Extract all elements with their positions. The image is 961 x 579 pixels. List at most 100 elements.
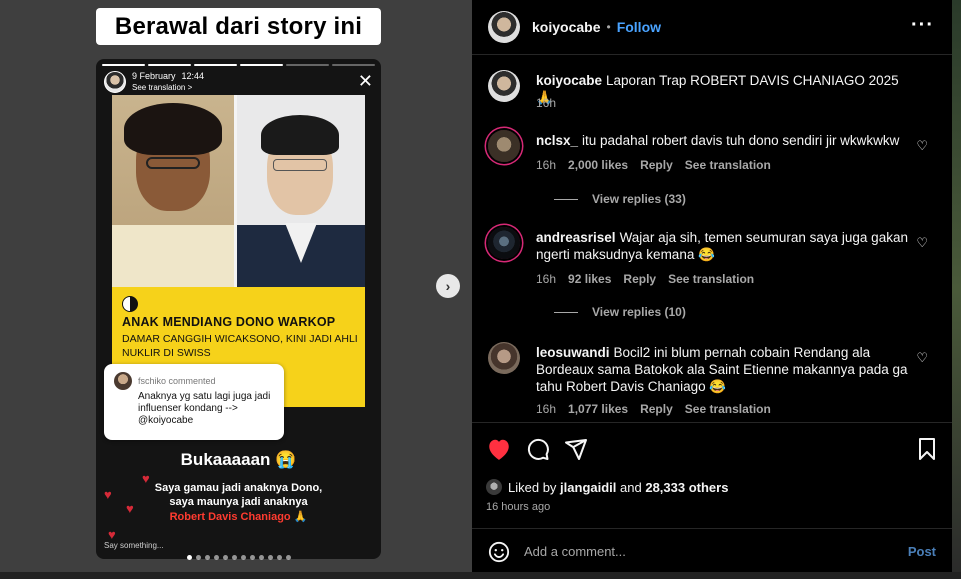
comment-meta: 16h 92 likes Reply See translation: [536, 272, 754, 286]
caption-time: 16h: [536, 96, 557, 110]
see-translation-button[interactable]: See translation: [668, 272, 754, 286]
liker-avatar: [486, 479, 502, 495]
reply-button[interactable]: Reply: [623, 272, 656, 286]
liked-by: Liked by jlangaidil and 28,333 others: [486, 479, 728, 495]
photo-right-person: [237, 95, 365, 287]
comment-likes[interactable]: 1,077 likes: [568, 402, 628, 416]
carousel-dot: [276, 555, 282, 560]
likes-others[interactable]: 28,333 others: [645, 480, 728, 495]
commenter-label: fschiko commented: [138, 376, 216, 386]
background-edge: [952, 0, 961, 579]
carousel-dot: [204, 555, 210, 560]
more-icon[interactable]: ···: [911, 14, 934, 37]
see-translation-button[interactable]: See translation: [685, 158, 771, 172]
commenter-avatar: [114, 372, 132, 390]
progress-segment: [286, 64, 329, 66]
comment-icon[interactable]: [526, 437, 550, 461]
comment-username[interactable]: leosuwandi: [536, 345, 610, 360]
photo-left-person: [112, 95, 234, 287]
caption-body: koiyocabe Laporan Trap ROBERT DAVIS CHANI…: [536, 72, 908, 106]
reply-button[interactable]: Reply: [640, 158, 673, 172]
carousel-dots: [96, 555, 381, 560]
next-slide-button[interactable]: ›: [436, 274, 460, 298]
comment-input[interactable]: Add a comment...: [524, 544, 626, 559]
commenter-avatar[interactable]: [488, 227, 520, 259]
floating-heart-icon: ♥: [142, 471, 150, 486]
close-icon: ✕: [357, 71, 373, 91]
comment-username[interactable]: nclsx_: [536, 133, 578, 148]
story-time: 12:44: [181, 71, 205, 81]
image-caption-box: Berawal dari story ini: [96, 8, 381, 45]
comment-time: 16h: [536, 158, 557, 172]
story-comment-text: Anaknya yg satu lagi juga jadi influense…: [138, 391, 271, 426]
separator-dot: •: [606, 20, 611, 34]
view-replies-button[interactable]: View replies (33): [554, 192, 686, 206]
comment-meta: 16h 2,000 likes Reply See translation: [536, 158, 771, 172]
comment-text: itu padahal robert davis tuh dono sendir…: [582, 133, 900, 148]
story-avatar: [104, 71, 126, 93]
author-avatar[interactable]: [488, 11, 520, 43]
floating-heart-icon: ♥: [126, 501, 134, 516]
floating-heart-icon: ♥: [108, 527, 116, 542]
heart-outline-icon[interactable]: ♡: [916, 350, 928, 366]
caption-author-avatar[interactable]: [488, 70, 520, 102]
news-subtitle: DAMAR CANGGIH WICAKSONO, KINI JADI AHLI …: [122, 333, 358, 359]
story-comment-card: fschiko commented Anaknya yg satu lagi j…: [104, 364, 284, 440]
commenter-avatar[interactable]: [488, 342, 520, 374]
comment-likes[interactable]: 92 likes: [568, 272, 611, 286]
news-title: ANAK MENDIANG DONO WARKOP: [122, 315, 336, 329]
carousel-dot: [222, 555, 228, 560]
post-time: 16 hours ago: [486, 501, 551, 513]
commenter-avatar[interactable]: [488, 130, 520, 162]
liked-by-prefix: Liked by: [508, 479, 557, 495]
progress-segment: [148, 64, 191, 66]
story-header: 9 February 12:44 See translation > ✕: [104, 70, 373, 94]
carousel-dot: [285, 555, 291, 560]
comment-body: nclsx_ itu padahal robert davis tuh dono …: [536, 132, 908, 149]
taskbar-strip: [0, 572, 961, 579]
story-meta: 9 February 12:44 See translation >: [132, 71, 210, 93]
progress-segment: [240, 64, 283, 66]
carousel-dot: [231, 555, 237, 560]
carousel-dot: [258, 555, 264, 560]
caption-meta: 16h: [536, 96, 556, 110]
story-headline: Bukaaaaan 😭: [180, 450, 297, 469]
progress-segment: [332, 64, 375, 66]
news-photo: [112, 95, 365, 287]
story-line-2: saya maunya jadi anaknya: [169, 496, 308, 508]
carousel-dot: [195, 555, 201, 560]
caption-username[interactable]: koiyocabe: [536, 73, 602, 88]
post-comment-button[interactable]: Post: [908, 544, 936, 559]
floating-heart-icon: ♥: [104, 487, 112, 502]
story-see-translation: See translation >: [132, 83, 193, 92]
follow-button[interactable]: Follow: [617, 19, 661, 35]
heart-outline-icon[interactable]: ♡: [916, 235, 928, 251]
image-caption: Berawal dari story ini: [114, 12, 363, 40]
comment-time: 16h: [536, 272, 557, 286]
smile-icon[interactable]: [488, 541, 510, 563]
story-reply-placeholder: Say something...: [104, 541, 164, 550]
carousel-dot: [186, 555, 192, 560]
comment-item: leosuwandi Bocil2 ini blum pernah cobain …: [488, 342, 936, 418]
post-caption: koiyocabe Laporan Trap ROBERT DAVIS CHANI…: [488, 70, 936, 114]
comment-likes[interactable]: 2,000 likes: [568, 158, 628, 172]
carousel-dot: [240, 555, 246, 560]
reply-button[interactable]: Reply: [640, 402, 673, 416]
post-header: koiyocabe • Follow ···: [472, 0, 952, 55]
carousel-dot: [267, 555, 273, 560]
post-actions: Liked by jlangaidil and 28,333 others 16…: [472, 422, 952, 528]
heart-filled-icon[interactable]: [486, 437, 512, 461]
author-username[interactable]: koiyocabe: [532, 19, 600, 35]
see-translation-button[interactable]: See translation: [685, 402, 771, 416]
story-line-1: Saya gamau jadi anaknya Dono,: [154, 482, 323, 494]
heart-outline-icon[interactable]: ♡: [916, 138, 928, 154]
post-side-panel: koiyocabe • Follow ··· koiyocabe Laporan …: [472, 0, 952, 572]
bookmark-icon[interactable]: [916, 437, 938, 461]
carousel-dot: [213, 555, 219, 560]
liker-username[interactable]: jlangaidil: [560, 480, 616, 495]
story-progress: [102, 64, 375, 66]
share-icon[interactable]: [564, 437, 588, 461]
comment-body: andreasrisel Wajar aja sih, temen seumura…: [536, 229, 908, 263]
comment-username[interactable]: andreasrisel: [536, 230, 616, 245]
view-replies-button[interactable]: View replies (10): [554, 305, 686, 319]
